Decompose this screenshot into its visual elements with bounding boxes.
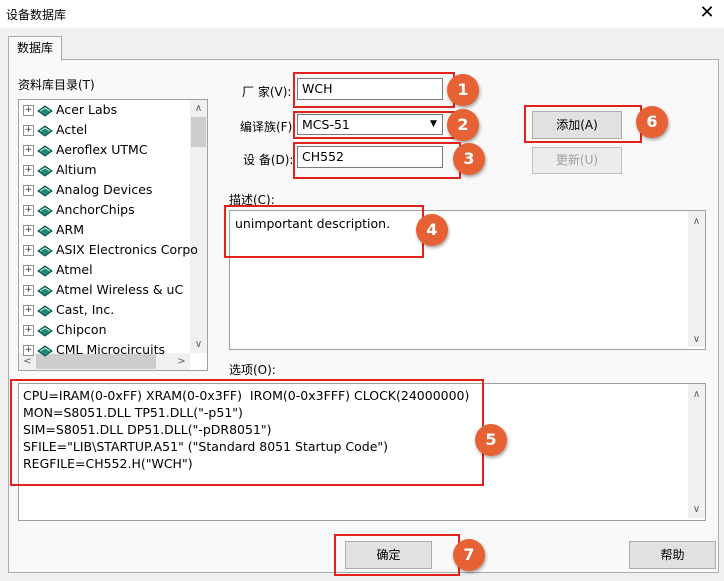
close-icon[interactable]: ✕ — [694, 2, 720, 24]
book-icon — [37, 164, 53, 177]
options-scrollbar[interactable]: ∧ ∨ — [688, 384, 705, 518]
highlight-box-6 — [524, 105, 642, 143]
plus-icon[interactable]: + — [23, 145, 34, 156]
book-icon — [37, 264, 53, 277]
tree-item-label: Analog Devices — [56, 182, 153, 197]
plus-icon[interactable]: + — [23, 165, 34, 176]
tree-item[interactable]: + Analog Devices — [23, 180, 152, 200]
scroll-down-icon[interactable]: ∨ — [688, 501, 705, 518]
tree-item-label: CML Microcircuits — [56, 342, 165, 357]
tree-item[interactable]: + Chipcon — [23, 320, 107, 340]
tree-item[interactable]: + Actel — [23, 120, 87, 140]
tree-item[interactable]: + Atmel — [23, 260, 93, 280]
tree-vertical-scrollbar[interactable]: ∧ ∨ — [190, 100, 207, 353]
plus-icon[interactable]: + — [23, 265, 34, 276]
scroll-right-icon[interactable]: > — [173, 353, 190, 370]
book-icon — [37, 224, 53, 237]
window-title: 设备数据库 — [6, 8, 67, 22]
plus-icon[interactable]: + — [23, 345, 34, 356]
book-icon — [37, 204, 53, 217]
tree-item-label: Chipcon — [56, 322, 107, 337]
scrollbar-thumb[interactable] — [191, 117, 206, 147]
plus-icon[interactable]: + — [23, 205, 34, 216]
plus-icon[interactable]: + — [23, 305, 34, 316]
book-icon — [37, 184, 53, 197]
vendor-label: 厂 家(V): — [242, 85, 292, 99]
plus-icon[interactable]: + — [23, 225, 34, 236]
update-button[interactable]: 更新(U) — [532, 147, 622, 174]
annotation-badge-4: 4 — [416, 214, 448, 246]
device-label: 设 备(D): — [243, 153, 294, 167]
title-bar — [0, 0, 724, 28]
annotation-badge-6: 6 — [636, 106, 668, 138]
tree-item[interactable]: + AnchorChips — [23, 200, 135, 220]
book-icon — [37, 244, 53, 257]
book-icon — [37, 124, 53, 137]
book-icon — [37, 104, 53, 117]
highlight-box-4 — [224, 205, 424, 258]
tree-item-label: Cast, Inc. — [56, 302, 115, 317]
tree-item[interactable]: + ARM — [23, 220, 84, 240]
tree-item[interactable]: + Acer Labs — [23, 100, 117, 120]
highlight-box-2 — [293, 111, 455, 139]
annotation-badge-2: 2 — [447, 109, 479, 141]
plus-icon[interactable]: + — [23, 125, 34, 136]
plus-icon[interactable]: + — [23, 105, 34, 116]
book-icon — [37, 304, 53, 317]
scroll-up-icon[interactable]: ∧ — [688, 386, 705, 403]
tree-item[interactable]: + Atmel Wireless & uC — [23, 280, 183, 300]
annotation-badge-7: 7 — [453, 539, 485, 571]
tab-database[interactable]: 数据库 — [8, 36, 62, 61]
book-icon — [37, 344, 53, 357]
highlight-box-7 — [334, 534, 460, 576]
tree-item[interactable]: + CML Microcircuits — [23, 340, 165, 360]
plus-icon[interactable]: + — [23, 285, 34, 296]
tree-item[interactable]: + ASIX Electronics Corpo — [23, 240, 198, 260]
options-label: 选项(O): — [229, 363, 276, 377]
plus-icon[interactable]: + — [23, 325, 34, 336]
tree-item-label: Atmel Wireless & uC — [56, 282, 184, 297]
description-scrollbar[interactable]: ∧ ∨ — [688, 211, 705, 347]
tree-item-label: Altium — [56, 162, 97, 177]
tree-item-label: ASIX Electronics Corpo — [56, 242, 198, 257]
highlight-box-1 — [293, 72, 455, 108]
annotation-badge-3: 3 — [453, 143, 485, 175]
tree-label: 资料库目录(T) — [18, 78, 95, 92]
book-icon — [37, 324, 53, 337]
scroll-down-icon[interactable]: ∨ — [190, 336, 207, 353]
plus-icon[interactable]: + — [23, 185, 34, 196]
book-icon — [37, 144, 53, 157]
highlight-box-5 — [10, 379, 484, 486]
tree-item[interactable]: + Cast, Inc. — [23, 300, 114, 320]
highlight-box-3 — [293, 142, 461, 179]
scroll-up-icon[interactable]: ∧ — [688, 213, 705, 230]
tree-item-label: Atmel — [56, 262, 93, 277]
tree-item-label: Actel — [56, 122, 88, 137]
scroll-up-icon[interactable]: ∧ — [190, 100, 207, 117]
family-label: 编译族(F): — [240, 120, 297, 134]
book-icon — [37, 284, 53, 297]
tree-item[interactable]: + Aeroflex UTMC — [23, 140, 148, 160]
tree-item-label: ARM — [56, 222, 85, 237]
tree-item-label: Acer Labs — [56, 102, 118, 117]
scroll-down-icon[interactable]: ∨ — [688, 331, 705, 348]
tree-item-label: Aeroflex UTMC — [56, 142, 148, 157]
vendor-tree[interactable]: ∧ ∨ < > + Acer Labs + Actel + Aeroflex UTMC + A… — [18, 99, 208, 371]
tree-item-label: AnchorChips — [56, 202, 135, 217]
annotation-badge-1: 1 — [447, 74, 479, 106]
plus-icon[interactable]: + — [23, 245, 34, 256]
help-button[interactable]: 帮助 — [629, 541, 716, 569]
annotation-badge-5: 5 — [475, 424, 507, 456]
tree-item[interactable]: + Altium — [23, 160, 97, 180]
